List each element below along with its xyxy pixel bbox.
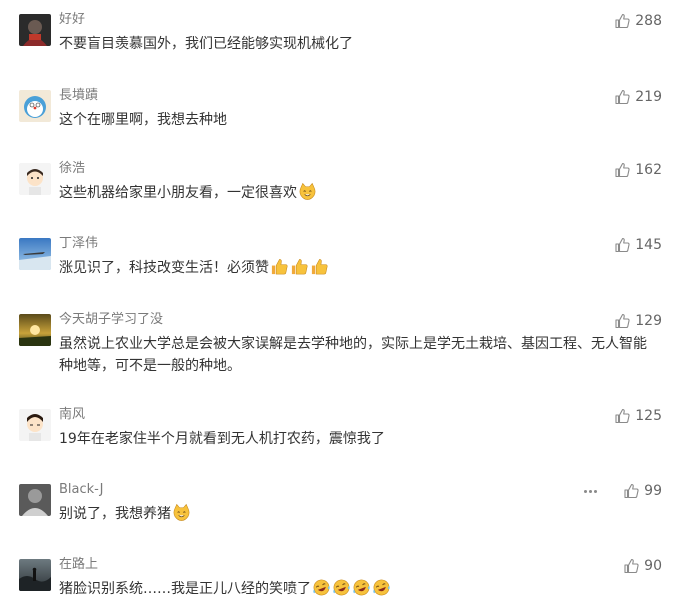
thumbs-up-icon <box>614 313 630 329</box>
username[interactable]: 丁泽伟 <box>59 235 98 253</box>
avatar[interactable] <box>19 314 51 346</box>
like-count: 129 <box>635 313 662 329</box>
like-button[interactable]: 99 <box>623 481 662 501</box>
dot-icon <box>588 489 592 493</box>
username[interactable]: 南风 <box>59 406 85 424</box>
thumbs-up-icon <box>623 483 639 499</box>
laugh-cry-emoji <box>333 579 350 596</box>
thumbs-up-icon <box>614 13 630 29</box>
username[interactable]: 徐浩 <box>59 160 85 178</box>
like-button[interactable]: 288 <box>614 11 662 31</box>
avatar[interactable] <box>19 409 51 441</box>
username[interactable]: 長墳蹟 <box>59 87 98 105</box>
thumbs-up-emoji <box>291 259 308 275</box>
username[interactable]: 在路上 <box>59 556 98 574</box>
username[interactable]: 今天胡子学习了没 <box>59 311 163 329</box>
username[interactable]: 好好 <box>59 11 85 29</box>
avatar[interactable] <box>19 163 51 195</box>
like-button[interactable]: 145 <box>614 235 662 255</box>
thumbs-up-icon <box>614 237 630 253</box>
like-button[interactable]: 219 <box>614 87 662 107</box>
like-button[interactable]: 125 <box>614 406 662 426</box>
comment-text: 别说了，我想养猪 <box>59 503 659 525</box>
like-count: 125 <box>635 408 662 424</box>
comment-text: 这个在哪里啊，我想去种地 <box>59 112 227 128</box>
laugh-cry-emoji <box>353 579 370 596</box>
comment-text: 这些机器给家里小朋友看，一定很喜欢 <box>59 182 659 204</box>
like-button[interactable]: 129 <box>614 311 662 331</box>
thumbs-up-emoji <box>271 259 288 275</box>
laugh-cry-emoji <box>313 579 330 596</box>
like-count: 288 <box>635 13 662 29</box>
thumbs-up-icon <box>614 162 630 178</box>
like-button[interactable]: 90 <box>623 556 662 576</box>
comment-text: 涨见识了，科技改变生活！必须赞 <box>59 257 659 279</box>
laugh-cry-emoji <box>373 579 390 596</box>
thumbs-up-icon <box>614 408 630 424</box>
avatar[interactable] <box>19 90 51 122</box>
avatar[interactable] <box>19 238 51 270</box>
like-count: 90 <box>644 558 662 574</box>
cat-emoji <box>173 503 190 521</box>
like-count: 145 <box>635 237 662 253</box>
cat-emoji <box>299 182 316 200</box>
avatar[interactable] <box>19 484 51 516</box>
avatar[interactable] <box>19 14 51 46</box>
comment-list: 好好 不要盲目羡慕国外，我们已经能够实现机械化了 288 長墳蹟 这个在哪里啊，… <box>0 0 679 602</box>
username[interactable]: Black-J <box>59 481 103 499</box>
thumbs-up-icon <box>623 558 639 574</box>
like-count: 219 <box>635 89 662 105</box>
thumbs-up-icon <box>614 89 630 105</box>
comment-text: 虽然说上农业大学总是会被大家误解是去学种地的，实际上是学无土栽培、基因工程、无人… <box>59 336 647 374</box>
like-count: 99 <box>644 483 662 499</box>
dot-icon <box>583 489 587 493</box>
comment-text: 不要盲目羡慕国外，我们已经能够实现机械化了 <box>59 36 353 52</box>
thumbs-up-emoji <box>311 259 328 275</box>
dot-icon <box>593 489 597 493</box>
more-options-button[interactable] <box>581 482 599 500</box>
comment-text: 猪脸识别系统……我是正儿八经的笑喷了 <box>59 578 659 600</box>
like-count: 162 <box>635 162 662 178</box>
avatar[interactable] <box>19 559 51 591</box>
like-button[interactable]: 162 <box>614 160 662 180</box>
comment-text: 19年在老家住半个月就看到无人机打农药，震惊我了 <box>59 431 385 447</box>
